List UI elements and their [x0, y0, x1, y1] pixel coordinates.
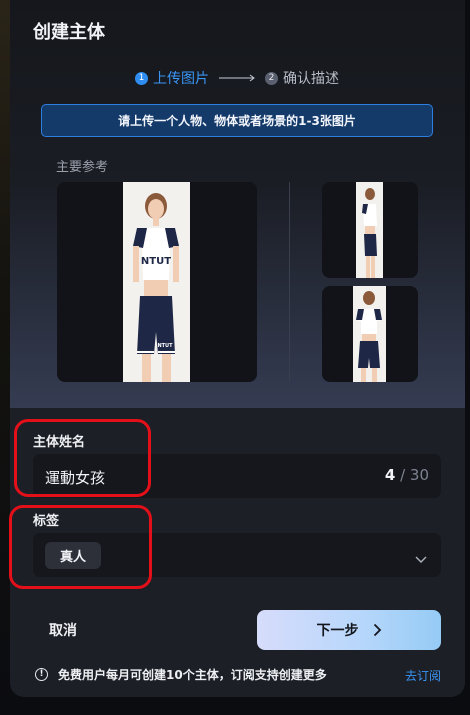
- character-counter: 4 / 30: [384, 466, 429, 484]
- background-backdrop: [0, 0, 10, 715]
- step-2-label: 确认描述: [283, 71, 339, 87]
- info-icon: !: [35, 668, 48, 681]
- next-step-button[interactable]: 下一步: [257, 610, 441, 650]
- shirt-print: NTUT: [141, 256, 171, 267]
- reference-thumbnail-back[interactable]: [322, 286, 418, 382]
- reference-divider: [289, 182, 290, 382]
- subscribe-link[interactable]: 去订阅: [405, 667, 441, 684]
- side-view-photo: [356, 182, 383, 278]
- upload-hint-banner: 请上传一个人物、物体或者场景的1-3张图片: [41, 104, 433, 137]
- back-view-photo: [353, 286, 386, 382]
- person-photo: NTUT NTUT: [123, 182, 190, 382]
- tag-label: 标签: [33, 514, 60, 529]
- quota-notice: ! 免费用户每月可创建10个主体，订阅支持创建更多: [35, 666, 327, 683]
- next-step-label: 下一步: [316, 623, 359, 639]
- step-1-label: 上传图片: [153, 71, 209, 87]
- reference-thumbnail-side[interactable]: [322, 182, 418, 278]
- chevron-right-icon: [373, 623, 382, 637]
- step-indicator: 1 上传图片 2 确认描述: [135, 68, 339, 88]
- step-2-number: 2: [265, 71, 278, 85]
- step-1-number: 1: [135, 71, 148, 85]
- shorts-print: NTUT: [157, 343, 173, 349]
- quota-notice-text: 免费用户每月可创建10个主体，订阅支持创建更多: [58, 668, 327, 682]
- subject-name-input[interactable]: 運動女孩 4 / 30: [33, 454, 441, 498]
- dialog-title: 创建主体: [33, 22, 105, 43]
- main-reference-image[interactable]: NTUT NTUT: [57, 182, 257, 382]
- create-subject-dialog: 创建主体 1 上传图片 2 确认描述 请上传一个人物、物体或者场景的1-3张图片…: [10, 0, 465, 697]
- subject-name-label: 主体姓名: [33, 435, 86, 450]
- step-arrow-icon: [219, 74, 257, 82]
- cancel-button[interactable]: 取消: [49, 620, 77, 640]
- tag-select[interactable]: 真人: [33, 533, 441, 577]
- main-reference-label: 主要参考: [56, 160, 109, 175]
- chevron-down-icon[interactable]: [415, 549, 427, 568]
- subject-name-value: 運動女孩: [45, 469, 106, 487]
- tag-chip-real-person[interactable]: 真人: [45, 542, 101, 569]
